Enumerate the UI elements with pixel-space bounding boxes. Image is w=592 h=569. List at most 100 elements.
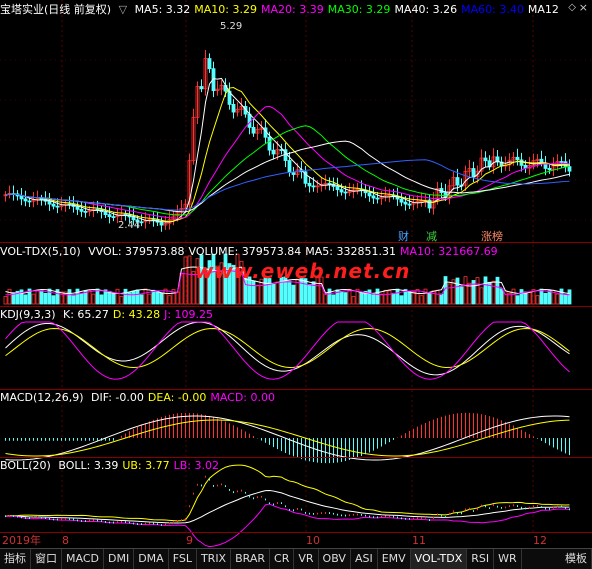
tab-trix[interactable]: TRIX (197, 549, 232, 569)
candle-body (271, 149, 276, 155)
volume-bar (567, 289, 572, 305)
tab-fsl[interactable]: FSL (169, 549, 197, 569)
date-label: 10 (306, 534, 320, 547)
volume-bar (111, 292, 116, 305)
candle-body (27, 200, 32, 203)
volume-bar (187, 255, 192, 305)
volume-bar (143, 288, 148, 305)
tab-obv[interactable]: OBV (319, 549, 351, 569)
candle-body (343, 191, 348, 194)
volume-bar (271, 283, 276, 305)
macd-indicator-name[interactable]: MACD(12,26,9) (0, 391, 84, 404)
volume-bar (431, 290, 436, 305)
kdj-d-line (5, 328, 570, 369)
watermark: www.eweb.net.cn (195, 259, 411, 283)
tab-rsi[interactable]: RSI (467, 549, 495, 569)
volume-bar (535, 295, 540, 305)
tab-cr[interactable]: CR (270, 549, 295, 569)
candle-body (327, 182, 332, 185)
volume-bar (35, 289, 40, 305)
dropdown-icon[interactable]: ▽ (119, 3, 127, 16)
candle-body (455, 177, 460, 186)
volume-bar (287, 280, 292, 305)
volume-bar (371, 294, 376, 305)
volume-bar (251, 280, 256, 305)
vol-header: VOL-TDX(5,10) VVOL: 379573.88 VOLUME: 379… (0, 244, 506, 259)
tab-emv[interactable]: EMV (378, 549, 411, 569)
volume-bar (547, 290, 552, 305)
ma-list: MA5: 3.32 MA10: 3.29 MA20: 3.39 MA30: 3.29 M… (135, 3, 563, 16)
volume-bar (383, 289, 388, 305)
volume-bar (167, 295, 172, 305)
volume-bar (387, 290, 392, 305)
date-label: 9 (186, 534, 193, 547)
close-icon[interactable]: × (579, 1, 588, 14)
ma-line (5, 140, 570, 213)
volume-bar (515, 295, 520, 305)
volume-bar (71, 295, 76, 305)
volume-bar (115, 288, 120, 305)
candle-body (371, 195, 376, 199)
tab-macd[interactable]: MACD (62, 549, 104, 569)
volume-bar (23, 294, 28, 305)
tab-指标[interactable]: 指标 (0, 549, 31, 569)
ma-value: MA40: 3.26 (394, 3, 458, 16)
candle-body (47, 200, 52, 205)
volume-bar (359, 292, 364, 305)
volume-bar (75, 288, 80, 305)
macd-values: DIF: -0.00 DEA: -0.00 MACD: 0.00 (91, 391, 279, 404)
kdj-indicator-name[interactable]: KDJ(9,3,3) (0, 308, 56, 321)
volume-bar (347, 288, 352, 305)
collapse-icon[interactable]: ◇ (568, 2, 576, 13)
volume-bar (343, 292, 348, 305)
volume-bar (131, 290, 136, 305)
volume-bar (331, 294, 336, 305)
tab-dmi[interactable]: DMI (104, 549, 135, 569)
volume-bar (123, 288, 128, 305)
candle-body (139, 221, 144, 224)
volume-bar (351, 296, 356, 305)
candle-body (403, 201, 408, 205)
tab-模板[interactable]: 模板 (561, 549, 592, 569)
low-price-label: 2.44 (118, 220, 141, 231)
boll-mid-line (5, 490, 570, 524)
candle-body (399, 198, 404, 203)
vol-value: VOLUME: 379573.84 (188, 245, 302, 258)
tab-dma[interactable]: DMA (134, 549, 169, 569)
volume-bar (559, 288, 564, 305)
candle-body (79, 208, 84, 212)
tab-brar[interactable]: BRAR (231, 549, 271, 569)
ma-line (5, 125, 570, 216)
boll-value: BOLL: 3.39 (58, 459, 119, 472)
volume-bar (555, 293, 560, 305)
volume-bar (147, 293, 152, 305)
candle-body (267, 136, 272, 151)
candle-body (559, 161, 564, 163)
tab-asi[interactable]: ASI (351, 549, 378, 569)
kdj-value: K: 65.27 (63, 308, 109, 321)
volume-bar (523, 291, 528, 305)
tab-wr[interactable]: WR (494, 549, 522, 569)
high-price-label: 5.29 (220, 21, 243, 32)
kdj-value: J: 109.25 (164, 308, 214, 321)
volume-bar (3, 296, 8, 305)
tab-窗口[interactable]: 窗口 (31, 549, 62, 569)
volume-bar (447, 283, 452, 305)
volume-bar (291, 284, 296, 305)
vol-indicator-name[interactable]: VOL-TDX(5,10) (0, 245, 81, 258)
date-label: 2019年 (2, 534, 41, 547)
volume-bar (399, 295, 404, 305)
volume-bar (323, 293, 328, 305)
ma-value: MA20: 3.39 (261, 3, 324, 16)
candle-body (339, 189, 344, 193)
candle-body (111, 216, 116, 218)
boll-indicator-name[interactable]: BOLL(20) (0, 459, 51, 472)
vol-value: MA10: 321667.69 (399, 245, 498, 258)
volume-bar (107, 290, 112, 305)
stock-name[interactable]: 宝塔实业(日线 前复权) (0, 3, 111, 16)
main-header: 宝塔实业(日线 前复权) ▽ MA5: 3.32 MA10: 3.29 MA20: … (0, 2, 567, 17)
candle-body (367, 192, 372, 197)
tab-vol-tdx[interactable]: VOL-TDX (410, 549, 468, 569)
tab-vr[interactable]: VR (294, 549, 319, 569)
boll-value: UB: 3.77 (122, 459, 170, 472)
